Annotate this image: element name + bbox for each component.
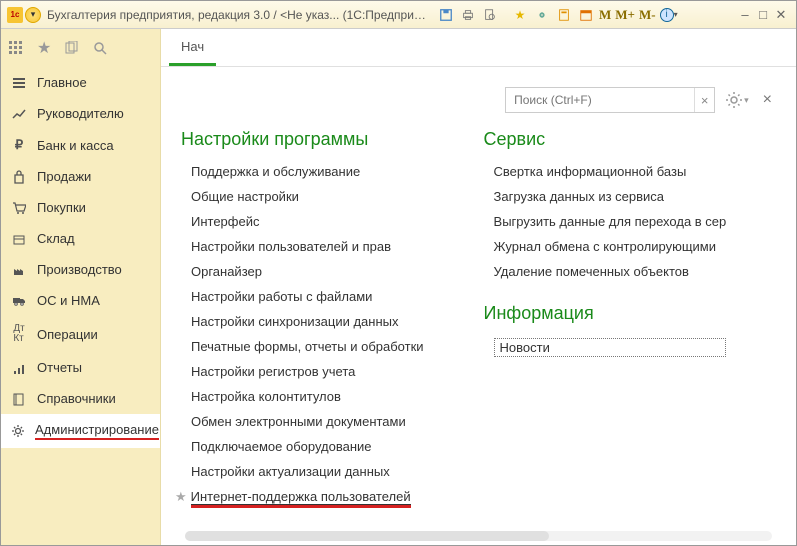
box-icon bbox=[11, 232, 27, 246]
service-link[interactable]: Свертка информационной базы bbox=[494, 164, 727, 179]
settings-link[interactable]: Подключаемое оборудование bbox=[191, 439, 424, 454]
preview-icon[interactable] bbox=[480, 6, 500, 24]
sidebar-item-menu[interactable]: Главное bbox=[1, 67, 160, 98]
settings-link[interactable]: Настройки пользователей и прав bbox=[191, 239, 424, 254]
menu-icon bbox=[11, 76, 27, 90]
sidebar-item-ruble[interactable]: ₽ Банк и касса bbox=[1, 129, 160, 161]
maximize-button[interactable]: □ bbox=[754, 7, 772, 23]
tab-start[interactable]: Нач bbox=[169, 29, 216, 66]
settings-link[interactable]: Обмен электронными документами bbox=[191, 414, 424, 429]
m-minus-button[interactable]: M- bbox=[637, 7, 658, 23]
sidebar-item-label: Покупки bbox=[37, 200, 86, 215]
app-icon: 1с bbox=[7, 7, 23, 23]
truck-icon bbox=[11, 294, 27, 308]
settings-link[interactable]: Настройки регистров учета bbox=[191, 364, 424, 379]
tab-label: Нач bbox=[181, 39, 204, 54]
calc-icon[interactable] bbox=[554, 6, 574, 24]
internet-support-link[interactable]: Интернет-поддержка пользователей bbox=[191, 489, 411, 508]
info-icon[interactable]: i▾ bbox=[659, 6, 679, 24]
sidebar-item-report[interactable]: Отчеты bbox=[1, 352, 160, 383]
sidebar-item-label: Справочники bbox=[37, 391, 116, 406]
report-icon bbox=[11, 361, 27, 375]
settings-link[interactable]: Интерфейс bbox=[191, 214, 424, 229]
title-bar: 1с Бухгалтерия предприятия, редакция 3.0… bbox=[1, 1, 796, 29]
sidebar-item-bag[interactable]: Продажи bbox=[1, 161, 160, 192]
settings-link[interactable]: Печатные формы, отчеты и обработки bbox=[191, 339, 424, 354]
service-link[interactable]: Журнал обмена с контролирующими bbox=[494, 239, 727, 254]
service-link[interactable]: Выгрузить данные для перехода в сер bbox=[494, 214, 727, 229]
starred-link-row: ★Интернет-поддержка пользователей bbox=[191, 489, 424, 508]
bag-icon bbox=[11, 170, 27, 184]
m-plus-button[interactable]: M+ bbox=[613, 7, 637, 23]
cart-icon bbox=[11, 201, 27, 215]
minimize-button[interactable]: – bbox=[736, 7, 754, 23]
star-icon[interactable]: ★ bbox=[510, 6, 530, 24]
settings-link[interactable]: Настройки синхронизации данных bbox=[191, 314, 424, 329]
sidebar-item-truck[interactable]: ОС и НМА bbox=[1, 285, 160, 316]
news-link[interactable]: Новости bbox=[494, 338, 727, 357]
settings-link[interactable]: Органайзер bbox=[191, 264, 424, 279]
sidebar-item-label: Банк и касса bbox=[37, 138, 114, 153]
sidebar-item-label: Администрирование bbox=[35, 422, 159, 440]
star-icon: ★ bbox=[175, 489, 187, 504]
sidebar-item-ops[interactable]: ДтКт Операции bbox=[1, 316, 160, 352]
sidebar-item-label: Склад bbox=[37, 231, 75, 246]
search-icon[interactable] bbox=[93, 41, 107, 55]
info-section-title: Информация bbox=[484, 303, 727, 324]
settings-link[interactable]: Поддержка и обслуживание bbox=[191, 164, 424, 179]
sidebar-item-label: Главное bbox=[37, 75, 87, 90]
sidebar-item-book[interactable]: Справочники bbox=[1, 383, 160, 414]
service-link[interactable]: Удаление помеченных объектов bbox=[494, 264, 727, 279]
sidebar-item-label: ОС и НМА bbox=[37, 293, 100, 308]
sidebar-item-label: Производство bbox=[37, 262, 122, 277]
search-input[interactable] bbox=[506, 93, 694, 107]
factory-icon bbox=[11, 263, 27, 277]
settings-section-title: Настройки программы bbox=[181, 129, 424, 150]
dropdown-icon[interactable] bbox=[25, 7, 41, 23]
sidebar-item-factory[interactable]: Производство bbox=[1, 254, 160, 285]
sidebar-item-trend[interactable]: Руководителю bbox=[1, 98, 160, 129]
settings-link[interactable]: Настройки актуализации данных bbox=[191, 464, 424, 479]
sidebar: ★ Главное Руководителю ₽ Банк и касса Продаж… bbox=[1, 29, 161, 545]
settings-link[interactable]: Общие настройки bbox=[191, 189, 424, 204]
sidebar-item-cart[interactable]: Покупки bbox=[1, 192, 160, 223]
horizontal-scrollbar[interactable] bbox=[185, 531, 772, 541]
calendar-icon[interactable] bbox=[576, 6, 596, 24]
close-button[interactable]: ✕ bbox=[772, 7, 790, 23]
ops-icon: ДтКт bbox=[11, 324, 27, 344]
sidebar-item-label: Руководителю bbox=[37, 106, 124, 121]
gear-icon bbox=[11, 424, 25, 438]
ruble-icon: ₽ bbox=[11, 137, 27, 153]
favorite-icon[interactable]: ★ bbox=[37, 38, 51, 58]
trend-icon bbox=[11, 107, 27, 121]
settings-link[interactable]: Настройки работы с файлами bbox=[191, 289, 424, 304]
settings-link[interactable]: Настройка колонтитулов bbox=[191, 389, 424, 404]
service-section-title: Сервис bbox=[484, 129, 727, 150]
search-clear-button[interactable]: × bbox=[694, 88, 714, 112]
history-icon[interactable] bbox=[65, 41, 79, 55]
sidebar-item-gear[interactable]: Администрирование bbox=[1, 414, 160, 448]
panel-close-button[interactable]: × bbox=[759, 91, 776, 109]
settings-gear-icon[interactable]: ▾ bbox=[725, 91, 749, 109]
link-icon[interactable] bbox=[532, 6, 552, 24]
book-icon bbox=[11, 392, 27, 406]
sidebar-item-label: Операции bbox=[37, 327, 98, 342]
search-box: × bbox=[505, 87, 715, 113]
window-title: Бухгалтерия предприятия, редакция 3.0 / … bbox=[47, 8, 427, 22]
print-icon[interactable] bbox=[458, 6, 478, 24]
sidebar-item-label: Продажи bbox=[37, 169, 91, 184]
sidebar-item-box[interactable]: Склад bbox=[1, 223, 160, 254]
tab-bar: Нач bbox=[161, 29, 796, 67]
apps-icon[interactable] bbox=[9, 41, 23, 55]
service-link[interactable]: Загрузка данных из сервиса bbox=[494, 189, 727, 204]
save-icon[interactable] bbox=[436, 6, 456, 24]
m-button[interactable]: M bbox=[597, 7, 613, 23]
sidebar-item-label: Отчеты bbox=[37, 360, 82, 375]
